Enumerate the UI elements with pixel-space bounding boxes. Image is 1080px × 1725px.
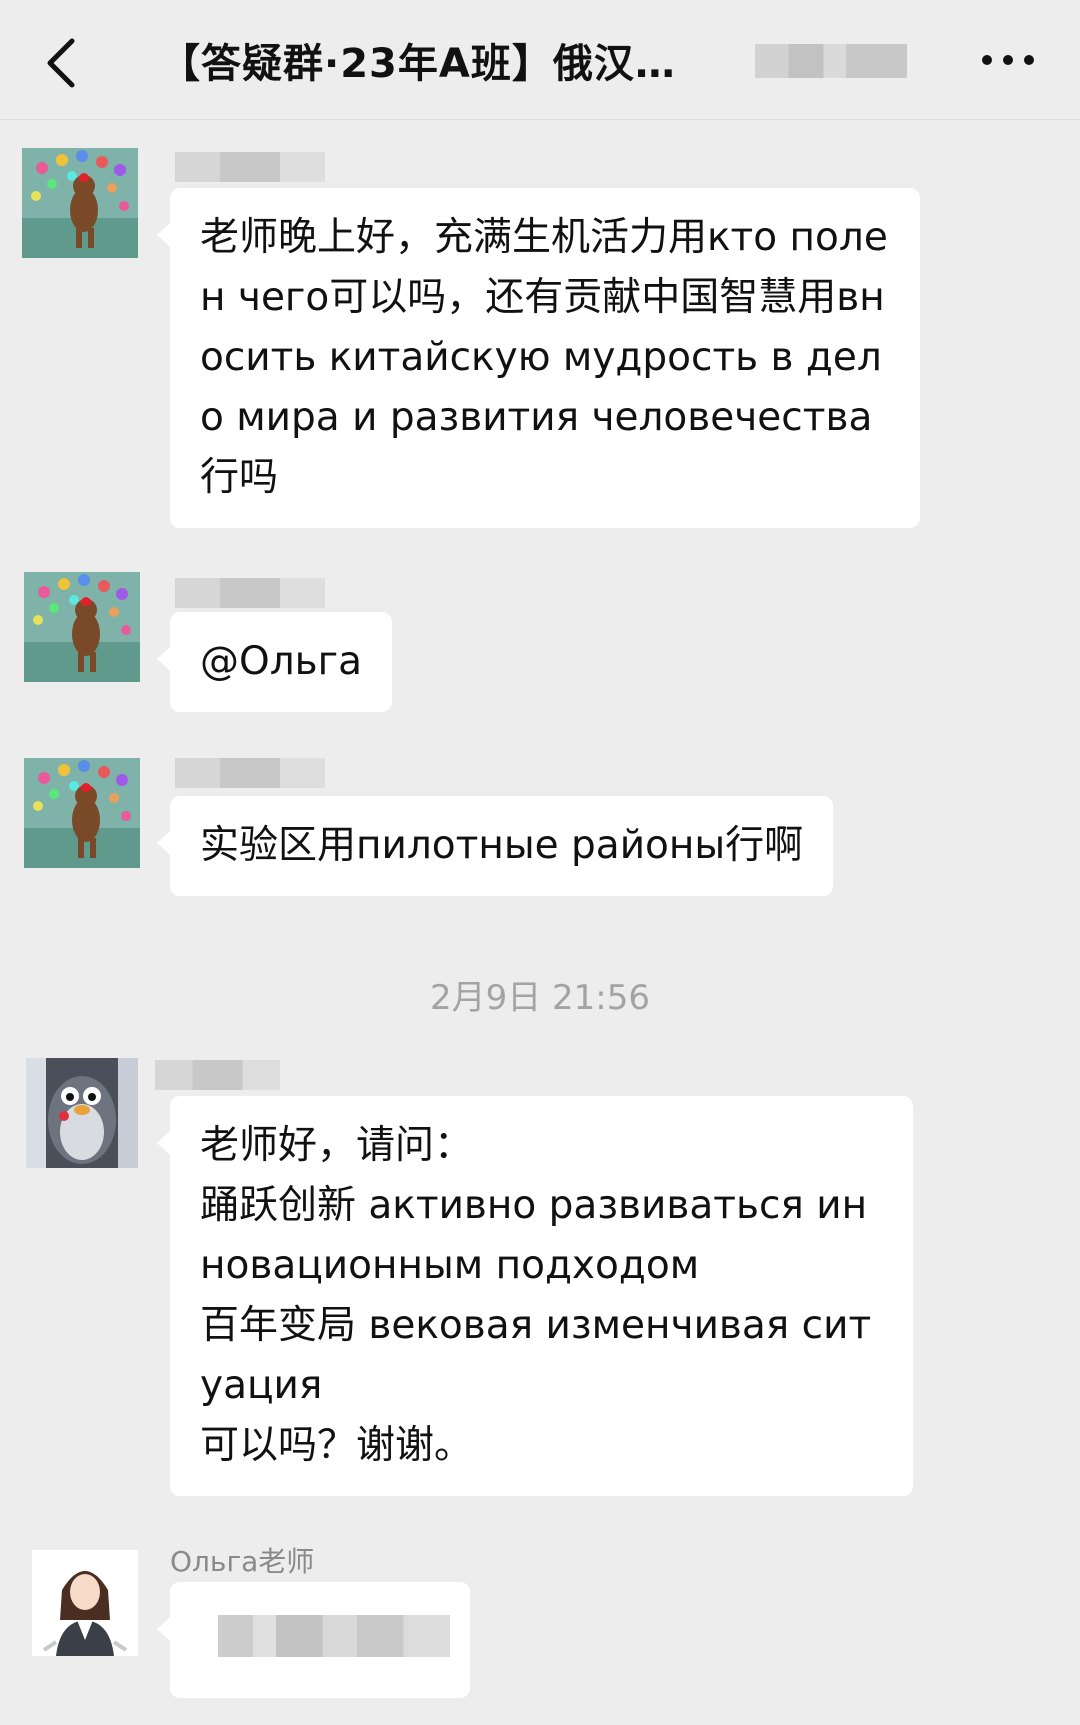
bear-hearts-avatar-icon <box>24 758 140 868</box>
avatar-bear[interactable] <box>24 572 140 682</box>
message-redacted-block <box>218 1615 450 1657</box>
bear-hearts-avatar-icon <box>24 572 140 682</box>
teacher-avatar-icon <box>32 1550 138 1656</box>
message-bubble[interactable]: 老师晚上好，充满生机活力用кто полен чего可以吗，还有贡献中国智慧用… <box>157 188 920 528</box>
avatar-penguin[interactable] <box>26 1058 138 1168</box>
message-bubble[interactable]: 老师好，请问： 踊跃创新 активно развиваться инновац… <box>157 1096 913 1496</box>
sender-name-redacted <box>175 758 325 788</box>
sender-name-redacted <box>175 578 325 608</box>
sender-name: Ольга老师 <box>170 1545 315 1578</box>
sender-name-redacted <box>175 152 325 182</box>
message-bubble[interactable]: 实验区用пилотные районы行啊 <box>156 796 834 896</box>
title-redacted-block <box>755 44 907 78</box>
sender-name-redacted <box>155 1060 280 1090</box>
avatar-bear[interactable] <box>24 758 140 868</box>
avatar-teacher[interactable] <box>32 1550 138 1656</box>
back-chevron-icon <box>47 38 75 88</box>
timestamp-divider: 2月9日 21:56 <box>429 978 651 1018</box>
bear-hearts-avatar-icon <box>22 148 138 258</box>
message-bubble-redacted[interactable] <box>157 1582 470 1698</box>
avatar-bear[interactable] <box>22 148 138 258</box>
message-bubble[interactable]: @Ольга <box>157 612 392 712</box>
chat-title: 【答疑群·23年A班】俄汉… <box>160 41 676 87</box>
penguin-avatar-icon <box>26 1058 138 1168</box>
back-button[interactable] <box>40 35 84 91</box>
chat-header: 【答疑群·23年A班】俄汉… <box>0 0 1080 120</box>
more-dots-icon[interactable] <box>982 48 1034 72</box>
